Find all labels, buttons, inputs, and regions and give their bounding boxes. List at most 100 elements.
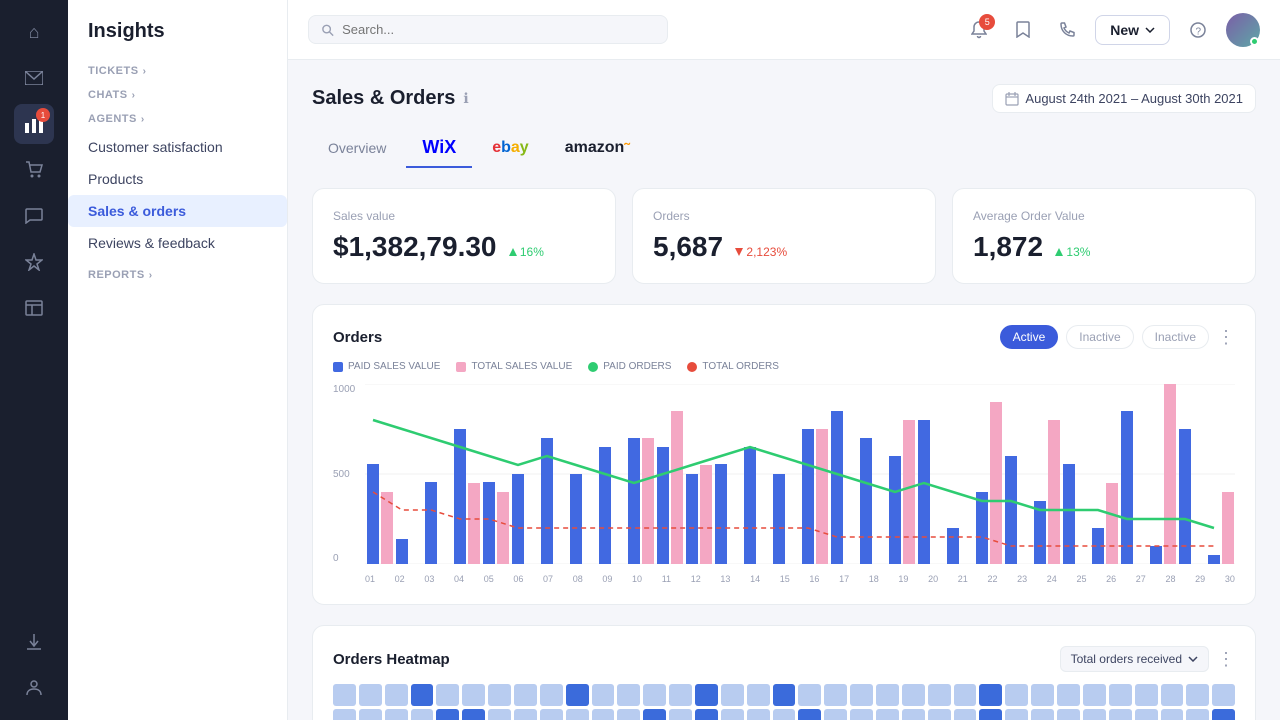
heatmap-cell[interactable] (333, 709, 356, 720)
heatmap-cell[interactable] (1057, 684, 1080, 706)
info-icon[interactable]: ℹ (463, 90, 468, 107)
heatmap-cell[interactable] (1109, 709, 1132, 720)
heatmap-cell[interactable] (1057, 709, 1080, 720)
heatmap-cell[interactable] (462, 684, 485, 706)
heatmap-cell[interactable] (721, 709, 744, 720)
heatmap-cell[interactable] (592, 709, 615, 720)
star-icon[interactable] (14, 242, 54, 282)
heatmap-cell[interactable] (695, 709, 718, 720)
new-button[interactable]: New (1095, 15, 1170, 45)
tab-amazon[interactable]: amazon˜ (549, 131, 646, 167)
heatmap-cell[interactable] (773, 684, 796, 706)
heatmap-cell[interactable] (617, 684, 640, 706)
notification-icon[interactable]: 5 (963, 14, 995, 46)
chart-more-icon[interactable]: ⋮ (1217, 327, 1235, 348)
heatmap-cell[interactable] (643, 684, 666, 706)
heatmap-cell[interactable] (1135, 684, 1158, 706)
heatmap-cell[interactable] (954, 709, 977, 720)
heatmap-cell[interactable] (773, 709, 796, 720)
people-icon[interactable] (14, 668, 54, 708)
heatmap-cell[interactable] (1109, 684, 1132, 706)
heatmap-cell[interactable] (695, 684, 718, 706)
heatmap-cell[interactable] (721, 684, 744, 706)
heatmap-cell[interactable] (876, 709, 899, 720)
tab-overview[interactable]: Overview (312, 132, 402, 166)
heatmap-cell[interactable] (902, 684, 925, 706)
heatmap-cell[interactable] (669, 684, 692, 706)
heatmap-cell[interactable] (436, 709, 459, 720)
reports-label[interactable]: REPORTS › (68, 259, 287, 285)
heatmap-cell[interactable] (514, 709, 537, 720)
heatmap-cell[interactable] (592, 684, 615, 706)
heatmap-cell[interactable] (798, 684, 821, 706)
heatmap-cell[interactable] (566, 709, 589, 720)
heatmap-cell[interactable] (824, 684, 847, 706)
heatmap-cell[interactable] (1212, 684, 1235, 706)
heatmap-cell[interactable] (1135, 709, 1158, 720)
heatmap-cell[interactable] (979, 684, 1002, 706)
tickets-label[interactable]: TICKETS › (68, 59, 287, 83)
download-icon[interactable] (14, 622, 54, 662)
heatmap-cell[interactable] (1161, 709, 1184, 720)
heatmap-cell[interactable] (1161, 684, 1184, 706)
search-input[interactable] (342, 22, 655, 37)
bookmark-icon[interactable] (1007, 14, 1039, 46)
heatmap-cell[interactable] (798, 709, 821, 720)
heatmap-cell[interactable] (1005, 709, 1028, 720)
heatmap-cell[interactable] (979, 709, 1002, 720)
filter-active[interactable]: Active (1000, 325, 1059, 349)
heatmap-cell[interactable] (385, 684, 408, 706)
filter-inactive-2[interactable]: Inactive (1142, 325, 1209, 349)
tab-ebay[interactable]: ebay (476, 131, 545, 167)
heatmap-cell[interactable] (747, 709, 770, 720)
chart-icon[interactable]: 1 (14, 104, 54, 144)
heatmap-cell[interactable] (902, 709, 925, 720)
heatmap-cell[interactable] (850, 684, 873, 706)
heatmap-cell[interactable] (436, 684, 459, 706)
heatmap-cell[interactable] (488, 684, 511, 706)
agents-label[interactable]: AGENTS › (68, 107, 287, 131)
heatmap-cell[interactable] (669, 709, 692, 720)
avatar[interactable] (1226, 13, 1260, 47)
table-icon[interactable] (14, 288, 54, 328)
heatmap-cell[interactable] (540, 684, 563, 706)
heatmap-cell[interactable] (1186, 684, 1209, 706)
heatmap-cell[interactable] (488, 709, 511, 720)
heatmap-cell[interactable] (824, 709, 847, 720)
chats-label[interactable]: CHATS › (68, 83, 287, 107)
home-icon[interactable]: ⌂ (14, 12, 54, 52)
heatmap-cell[interactable] (617, 709, 640, 720)
heatmap-cell[interactable] (1212, 709, 1235, 720)
heatmap-cell[interactable] (411, 709, 434, 720)
tab-wix[interactable]: WiX (406, 129, 472, 168)
heatmap-cell[interactable] (540, 709, 563, 720)
heatmap-cell[interactable] (385, 709, 408, 720)
heatmap-cell[interactable] (566, 684, 589, 706)
date-range[interactable]: August 24th 2021 – August 30th 2021 (992, 84, 1256, 113)
heatmap-cell[interactable] (359, 709, 382, 720)
heatmap-cell[interactable] (876, 684, 899, 706)
nav-customer-satisfaction[interactable]: Customer satisfaction (68, 131, 287, 163)
heatmap-cell[interactable] (462, 709, 485, 720)
heatmap-cell[interactable] (514, 684, 537, 706)
nav-sales-orders[interactable]: Sales & orders (68, 195, 287, 227)
nav-products[interactable]: Products (68, 163, 287, 195)
heatmap-more-icon[interactable]: ⋮ (1217, 649, 1235, 670)
chat-icon[interactable] (14, 196, 54, 236)
help-icon[interactable]: ? (1182, 14, 1214, 46)
phone-icon[interactable] (1051, 14, 1083, 46)
heatmap-cell[interactable] (928, 684, 951, 706)
heatmap-cell[interactable] (1031, 709, 1054, 720)
heatmap-cell[interactable] (333, 684, 356, 706)
heatmap-cell[interactable] (411, 684, 434, 706)
filter-inactive-1[interactable]: Inactive (1066, 325, 1133, 349)
heatmap-cell[interactable] (1186, 709, 1209, 720)
heatmap-cell[interactable] (747, 684, 770, 706)
heatmap-cell[interactable] (1083, 684, 1106, 706)
heatmap-cell[interactable] (850, 709, 873, 720)
cart-icon[interactable] (14, 150, 54, 190)
nav-reviews-feedback[interactable]: Reviews & feedback (68, 227, 287, 259)
heatmap-cell[interactable] (643, 709, 666, 720)
heatmap-cell[interactable] (1083, 709, 1106, 720)
heatmap-filter[interactable]: Total orders received (1060, 646, 1209, 672)
